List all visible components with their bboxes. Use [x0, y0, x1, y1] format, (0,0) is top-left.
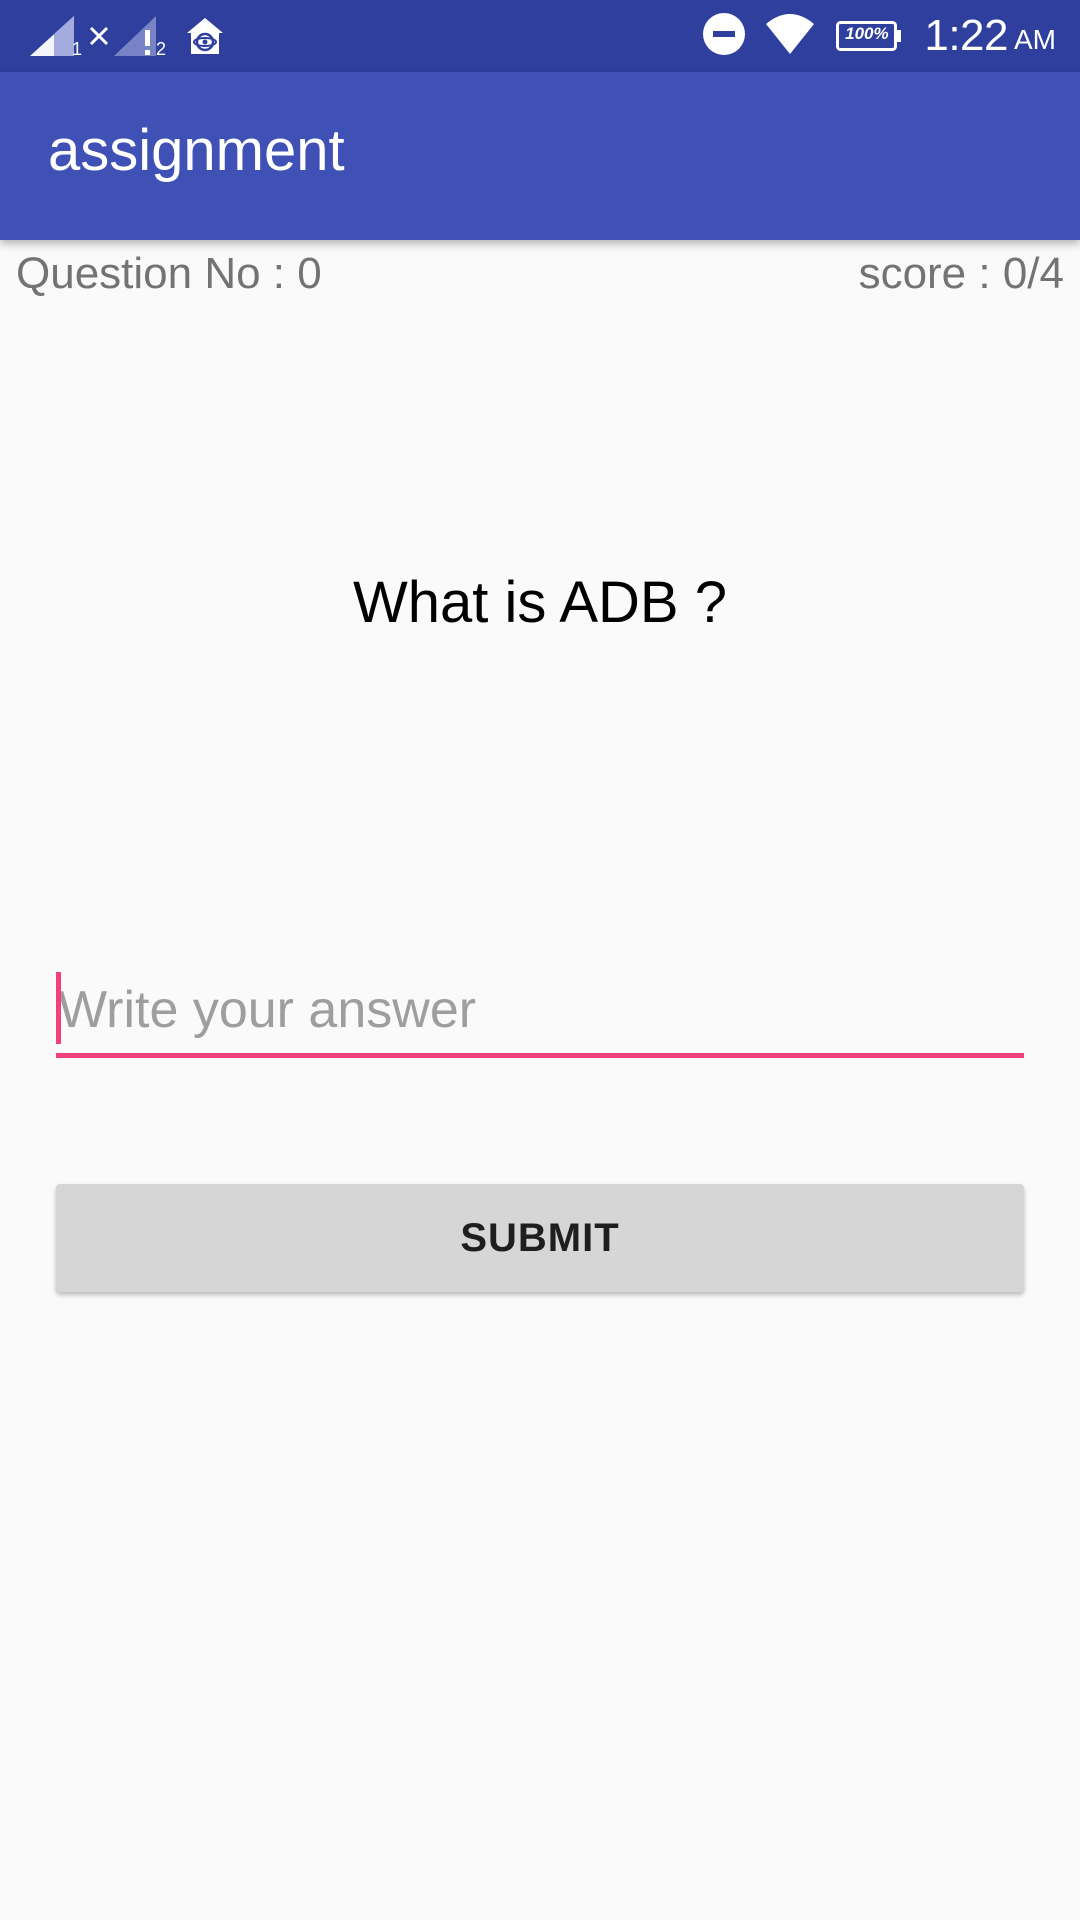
- battery-icon: 100%: [836, 21, 902, 51]
- answer-field-container: [56, 968, 1024, 1058]
- submit-button[interactable]: SUBMIT: [56, 1184, 1024, 1292]
- score-label: score : 0/4: [858, 249, 1064, 298]
- question-text: What is ADB ?: [353, 570, 727, 635]
- sim2-label: 2: [156, 38, 167, 59]
- status-bar-right: 100% 1:22 AM: [702, 0, 1056, 72]
- status-time: 1:22: [924, 11, 1008, 60]
- app-title: assignment: [48, 118, 345, 183]
- question-number-label: Question No : 0: [16, 249, 322, 298]
- app-bar: assignment: [0, 72, 1080, 240]
- battery-percent-label: 100%: [845, 24, 889, 43]
- answer-input[interactable]: [56, 968, 1024, 1052]
- sim1-label: 1: [72, 38, 83, 59]
- signal-sim2-alert-icon: [112, 14, 158, 58]
- text-cursor: [56, 972, 61, 1044]
- no-data-x-icon: [88, 25, 110, 47]
- do-not-disturb-icon: [702, 12, 746, 61]
- status-ampm: AM: [1014, 24, 1056, 55]
- status-bar-left: 1 2: [28, 12, 226, 60]
- status-bar: 1 2 100% 1:22 AM: [0, 0, 1080, 72]
- home-app-icon: [184, 15, 226, 57]
- wifi-icon: [764, 12, 816, 61]
- signal-sim1-icon: [28, 14, 78, 58]
